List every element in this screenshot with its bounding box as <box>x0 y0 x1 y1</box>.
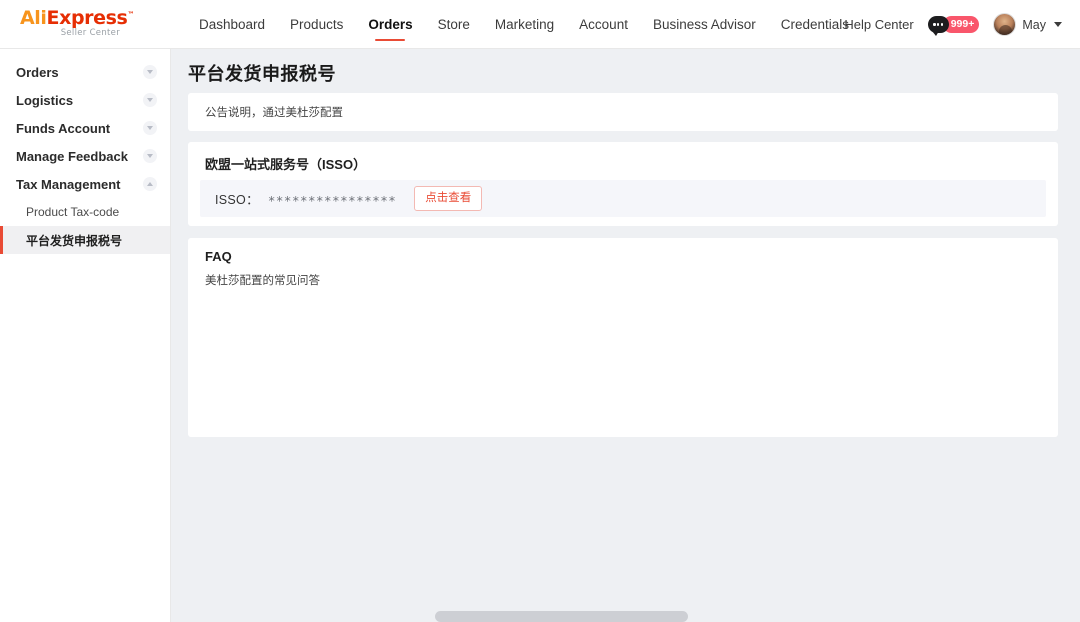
nav-item-orders[interactable]: Orders <box>367 0 413 49</box>
nav-item-products[interactable]: Products <box>289 0 344 49</box>
sidebar-group-tax-management[interactable]: Tax Management <box>0 170 170 198</box>
sidebar-group-funds-account-label: Funds Account <box>16 121 110 136</box>
sidebar-item-product-tax-code-label: Product Tax-code <box>26 205 119 219</box>
avatar <box>993 13 1016 36</box>
sidebar-group-logistics[interactable]: Logistics <box>0 86 170 114</box>
logo-trademark: ™ <box>127 11 134 19</box>
main-content: 平台发货申报税号 公告说明，通过美杜莎配置 欧盟一站式服务号（ISSO） ISS… <box>171 49 1080 622</box>
nav-item-marketing[interactable]: Marketing <box>494 0 555 49</box>
chevron-down-icon <box>143 65 157 79</box>
main-nav-menu: Dashboard Products Orders Store Marketin… <box>198 0 850 49</box>
user-menu[interactable]: May <box>993 13 1062 36</box>
top-navigation-bar: AliExpress™ Seller Center Dashboard Prod… <box>0 0 1080 49</box>
message-bubble-icon <box>928 16 949 33</box>
chevron-down-icon <box>143 149 157 163</box>
logo-ali-text: Ali <box>20 7 47 29</box>
nav-item-store[interactable]: Store <box>437 0 471 49</box>
horizontal-scrollbar-thumb[interactable] <box>435 611 688 622</box>
sidebar-group-orders-label: Orders <box>16 65 59 80</box>
sidebar-item-product-tax-code[interactable]: Product Tax-code <box>0 198 170 226</box>
messages-button[interactable]: 999+ <box>928 16 980 33</box>
isso-masked-value: **************** <box>268 193 396 208</box>
sidebar-group-manage-feedback[interactable]: Manage Feedback <box>0 142 170 170</box>
sidebar: Orders Logistics Funds Account Manage Fe… <box>0 49 171 622</box>
sidebar-group-manage-feedback-label: Manage Feedback <box>16 149 128 164</box>
nav-item-account[interactable]: Account <box>578 0 629 49</box>
faq-title: FAQ <box>205 249 232 264</box>
nav-item-business-advisor[interactable]: Business Advisor <box>652 0 757 49</box>
isso-field-row: ISSO： **************** 点击查看 <box>200 180 1046 217</box>
notice-text: 公告说明，通过美杜莎配置 <box>205 104 343 120</box>
chevron-down-icon <box>143 93 157 107</box>
sidebar-group-funds-account[interactable]: Funds Account <box>0 114 170 142</box>
nav-item-dashboard[interactable]: Dashboard <box>198 0 266 49</box>
app-root: AliExpress™ Seller Center Dashboard Prod… <box>0 0 1080 622</box>
faq-text: 美杜莎配置的常见问答 <box>205 272 320 288</box>
aliexpress-logo[interactable]: AliExpress™ Seller Center <box>20 9 140 41</box>
help-center-link[interactable]: Help Center <box>844 17 913 32</box>
chevron-down-icon <box>1054 22 1062 27</box>
faq-card: FAQ 美杜莎配置的常见问答 <box>188 238 1058 437</box>
notice-card: 公告说明，通过美杜莎配置 <box>188 93 1058 131</box>
isso-card: 欧盟一站式服务号（ISSO） ISSO： **************** 点击… <box>188 142 1058 226</box>
nav-item-credentials[interactable]: Credentials <box>780 0 850 49</box>
view-isso-button[interactable]: 点击查看 <box>414 186 482 211</box>
sidebar-group-logistics-label: Logistics <box>16 93 73 108</box>
page-title: 平台发货申报税号 <box>188 60 336 86</box>
logo-subtitle: Seller Center <box>20 29 120 38</box>
isso-field-label: ISSO： <box>215 189 259 208</box>
sidebar-item-platform-shipping-tax-number-label: 平台发货申报税号 <box>26 232 122 249</box>
chevron-down-icon <box>143 121 157 135</box>
logo-text: AliExpress™ <box>20 9 140 28</box>
nav-right-cluster: Help Center 999+ May <box>844 0 1062 49</box>
sidebar-group-tax-management-label: Tax Management <box>16 177 121 192</box>
isso-section-title: 欧盟一站式服务号（ISSO） <box>205 154 366 173</box>
sidebar-item-platform-shipping-tax-number[interactable]: 平台发货申报税号 <box>0 226 170 254</box>
sidebar-group-orders[interactable]: Orders <box>0 58 170 86</box>
username-label: May <box>1022 18 1046 32</box>
chevron-up-icon <box>143 177 157 191</box>
logo-express-text: Express <box>47 7 128 29</box>
